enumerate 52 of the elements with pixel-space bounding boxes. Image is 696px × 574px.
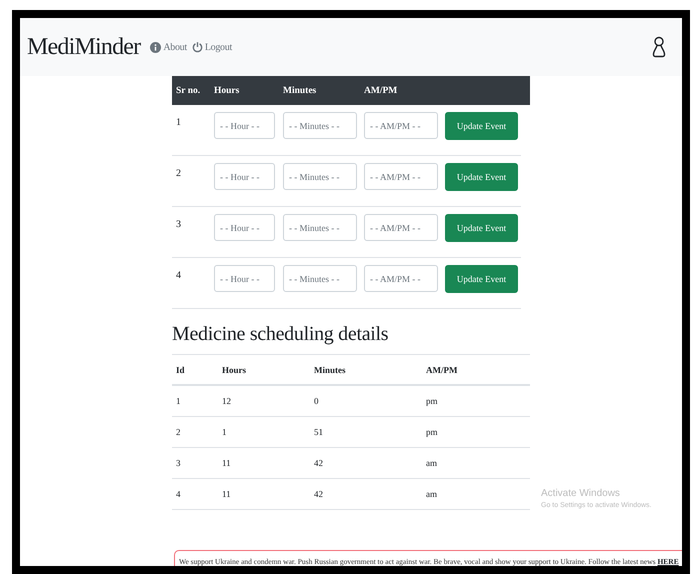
input-field[interactable]: - - Minutes - -	[283, 163, 357, 190]
table-cell-text: 51	[314, 427, 324, 437]
activation-title: Activate Windows	[541, 488, 621, 499]
input-field[interactable]: - - Minutes - -	[283, 112, 357, 139]
input-field[interactable]: - - AM/PM - -	[364, 163, 438, 190]
info-icon	[150, 42, 162, 52]
input-field[interactable]: - - Hour - -	[214, 214, 275, 241]
input-field[interactable]: - - AM/PM - -	[364, 265, 438, 292]
table-cell-text: pm	[426, 427, 439, 437]
input-field[interactable]: - - Hour - -	[214, 265, 275, 292]
table-cell-text: 42	[314, 458, 324, 468]
table-cell-text: am	[426, 458, 438, 468]
input-field[interactable]: - - Minutes - -	[283, 214, 357, 241]
column-header: Minutes	[283, 86, 318, 96]
nav-link[interactable]: Logout	[192, 41, 232, 53]
column-header: Minutes	[314, 364, 346, 374]
table-cell-text: 0	[314, 396, 320, 406]
column-header: Sr no.	[176, 86, 202, 96]
row-number: 2	[176, 167, 182, 181]
table-cell-text: 2	[176, 427, 182, 437]
column-header: Hours	[222, 364, 248, 374]
table-cell-text: 42	[314, 489, 324, 499]
table-cell-text: 12	[222, 396, 232, 406]
user-icon[interactable]	[652, 36, 666, 58]
table-cell-text: 3	[176, 458, 182, 468]
column-header: Hours	[214, 86, 240, 96]
update-event-button[interactable]: Update Event	[445, 112, 518, 140]
input-field[interactable]: - - AM/PM - -	[364, 214, 438, 241]
row-number: 4	[176, 269, 182, 283]
input-field[interactable]: - - Hour - -	[214, 163, 275, 190]
table-cell-text: pm	[426, 396, 439, 406]
input-field[interactable]: - - AM/PM - -	[364, 112, 438, 139]
update-event-button[interactable]: Update Event	[445, 163, 518, 191]
column-header: AM/PM	[426, 364, 458, 374]
table-cell-text: 11	[222, 458, 232, 468]
table-cell-text: am	[426, 489, 438, 499]
power-icon	[192, 41, 203, 53]
column-header: AM/PM	[364, 86, 398, 96]
update-event-button[interactable]: Update Event	[445, 265, 518, 293]
input-field[interactable]: - - Minutes - -	[283, 265, 357, 292]
table-cell-text: 1	[222, 427, 228, 437]
nav-link[interactable]: About	[150, 42, 187, 52]
column-header: Id	[176, 364, 186, 374]
update-event-button[interactable]: Update Event	[445, 214, 518, 242]
section-title: Medicine scheduling details	[172, 323, 390, 347]
table-cell-text: 4	[176, 489, 182, 499]
table-cell-text: 11	[222, 489, 232, 499]
table-cell-text: 1	[176, 396, 182, 406]
input-field[interactable]: - - Hour - -	[214, 112, 275, 139]
brand-logo[interactable]: MediMinder	[27, 34, 140, 60]
row-number: 1	[176, 116, 182, 130]
row-number: 3	[176, 218, 182, 232]
